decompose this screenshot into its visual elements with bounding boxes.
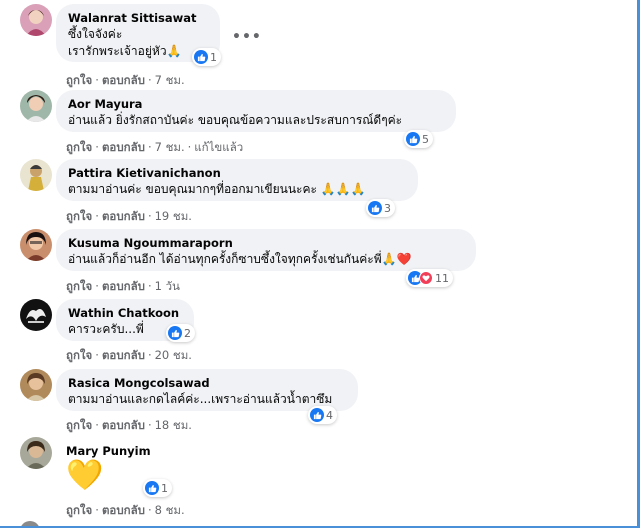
comment-actions: ถูกใจ · ตอบกลับ · 20 ชม. [66, 348, 192, 362]
yellow-heart-emoji: 💛 [66, 458, 104, 493]
comment-actions: ถูกใจ · ตอบกลับ · 1 วัน [66, 279, 180, 293]
comment-timestamp[interactable]: 7 ชม. [155, 73, 185, 87]
comment-timestamp[interactable]: 20 ชม. [155, 348, 192, 362]
commenter-name[interactable]: Walanrat Sittisawat [68, 11, 208, 26]
comment-thread: Walanrat Sittisawat ซึ้งใจจังค่ะ เรารักพ… [0, 0, 640, 528]
reaction-count: 1 [210, 50, 217, 64]
avatar[interactable] [20, 229, 52, 261]
comment-bubble: Aor Mayura อ่านแล้ว ยิ่งรักสถาบันค่ะ ขอบ… [56, 90, 456, 132]
like-icon [194, 50, 208, 64]
separator-dot: · [147, 348, 152, 362]
avatar[interactable] [20, 90, 52, 122]
comment-text-line: ตามมาอ่านค่ะ ขอบคุณมากๆที่ออกมาเขียนนะคะ… [68, 182, 366, 196]
comment-bubble: Pattira Kietivanichanon ตามมาอ่านค่ะ ขอบ… [56, 159, 418, 201]
reaction-summary[interactable]: 1 [143, 479, 172, 497]
reaction-count: 3 [384, 201, 391, 215]
separator-dot: · [147, 503, 152, 517]
reaction-summary[interactable]: 3 [366, 199, 395, 217]
avatar[interactable] [20, 299, 52, 331]
like-icon [145, 481, 159, 495]
like-button[interactable]: ถูกใจ [66, 279, 92, 293]
separator-dot: · [147, 73, 152, 87]
avatar[interactable] [20, 369, 52, 401]
reaction-count: 11 [435, 271, 449, 285]
separator-dot: · [95, 73, 99, 87]
reply-button[interactable]: ตอบกลับ [102, 503, 145, 517]
reply-button[interactable]: ตอบกลับ [102, 140, 145, 154]
comment-actions: ถูกใจ · ตอบกลับ · 19 ชม. [66, 209, 192, 223]
reply-button[interactable]: ตอบกลับ [102, 418, 145, 432]
like-button[interactable]: ถูกใจ [66, 73, 92, 87]
reaction-summary[interactable]: 1 [192, 48, 221, 66]
commenter-name[interactable]: Mary Punyim [66, 444, 154, 459]
comment-actions: ถูกใจ · ตอบกลับ · 18 ชม. [66, 418, 192, 432]
commenter-name[interactable]: Rasica Mongcolsawad [68, 376, 346, 391]
commenter-name[interactable]: Pattira Kietivanichanon [68, 166, 406, 181]
comment-text-line: อ่านแล้วก็อ่านอีก ได้อ่านทุกครั้งก็ซาบซึ… [68, 252, 412, 266]
commenter-name[interactable]: Aor Mayura [68, 97, 444, 112]
edited-label[interactable]: แก้ไขแล้ว [194, 140, 243, 154]
reply-button[interactable]: ตอบกลับ [102, 209, 145, 223]
separator-dot: · [187, 140, 192, 154]
comment-text-line: ซึ้งใจจังค่ะ [68, 27, 123, 41]
reaction-count: 2 [184, 326, 191, 340]
comment-bubble: Kusuma Ngoummaraporn อ่านแล้วก็อ่านอีก ไ… [56, 229, 476, 271]
comment-actions: ถูกใจ · ตอบกลับ · 8 ชม. [66, 503, 185, 517]
reaction-count: 5 [422, 132, 429, 146]
reaction-summary[interactable]: 2 [166, 324, 195, 342]
reaction-summary[interactable]: 11 [406, 269, 453, 287]
separator-dot: · [147, 140, 152, 154]
separator-dot: · [147, 418, 152, 432]
reaction-count: 4 [326, 408, 333, 422]
comment-timestamp[interactable]: 8 ชม. [155, 503, 185, 517]
separator-dot: · [147, 279, 152, 293]
avatar[interactable] [20, 159, 52, 191]
comment-timestamp[interactable]: 1 วัน [155, 279, 180, 293]
separator-dot: · [95, 279, 99, 293]
like-button[interactable]: ถูกใจ [66, 503, 92, 517]
reaction-summary[interactable]: 4 [308, 406, 337, 424]
like-icon [168, 326, 182, 340]
heart-icon [419, 271, 433, 285]
like-icon [368, 201, 382, 215]
comment-timestamp[interactable]: 19 ชม. [155, 209, 192, 223]
comment-text-line: เรารักพระเจ้าอยู่หัว🙏 [68, 44, 182, 58]
separator-dot: · [95, 503, 99, 517]
avatar[interactable] [20, 4, 52, 36]
separator-dot: · [95, 348, 99, 362]
like-button[interactable]: ถูกใจ [66, 140, 92, 154]
comment-timestamp[interactable]: 18 ชม. [155, 418, 192, 432]
reaction-summary[interactable]: 5 [404, 130, 433, 148]
comment-timestamp[interactable]: 7 ชม. [155, 140, 185, 154]
comment-bubble: Rasica Mongcolsawad ตามมาอ่านและกดไลค์ค่… [56, 369, 358, 411]
comment-text-line: คารวะครับ...พี่ [68, 322, 144, 336]
separator-dot: · [95, 418, 99, 432]
commenter-name[interactable]: Wathin Chatkoon [68, 306, 182, 321]
separator-dot: · [147, 209, 152, 223]
like-button[interactable]: ถูกใจ [66, 418, 92, 432]
comment-actions: ถูกใจ · ตอบกลับ · 7 ชม. [66, 73, 185, 87]
like-icon [310, 408, 324, 422]
separator-dot: · [95, 209, 99, 223]
more-options-icon[interactable]: ••• [232, 30, 262, 44]
reply-button[interactable]: ตอบกลับ [102, 279, 145, 293]
separator-dot: · [95, 140, 99, 154]
like-button[interactable]: ถูกใจ [66, 348, 92, 362]
like-button[interactable]: ถูกใจ [66, 209, 92, 223]
reply-button[interactable]: ตอบกลับ [102, 348, 145, 362]
reaction-count: 1 [161, 481, 168, 495]
commenter-name[interactable]: Kusuma Ngoummaraporn [68, 236, 464, 251]
avatar[interactable] [20, 437, 52, 469]
comment-actions: ถูกใจ · ตอบกลับ · 7 ชม. · แก้ไขแล้ว [66, 140, 243, 154]
like-icon [406, 132, 420, 146]
comment-text-line: ตามมาอ่านและกดไลค์ค่ะ...เพราะอ่านแล้วน้ำ… [68, 392, 333, 406]
reply-button[interactable]: ตอบกลับ [102, 73, 145, 87]
comment-text-line: อ่านแล้ว ยิ่งรักสถาบันค่ะ ขอบคุณข้อความแ… [68, 113, 403, 127]
